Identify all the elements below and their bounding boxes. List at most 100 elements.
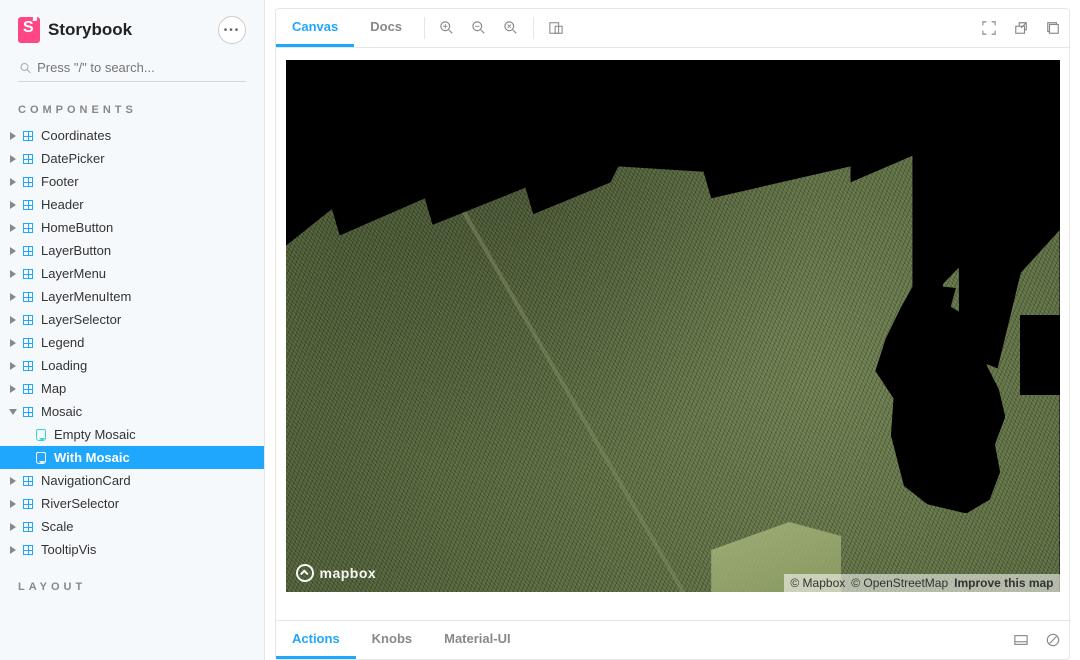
- fullscreen-button[interactable]: [973, 21, 1005, 35]
- sidebar-item-label: LayerMenuItem: [41, 289, 131, 304]
- component-icon: [23, 292, 33, 302]
- component-icon: [23, 476, 33, 486]
- component-icon: [23, 246, 33, 256]
- sidebar-item-label: Empty Mosaic: [54, 427, 136, 442]
- sidebar-item-loading[interactable]: Loading: [0, 354, 264, 377]
- sidebar-item-label: Mosaic: [41, 404, 82, 419]
- story-icon: [36, 452, 46, 464]
- attribution-osm[interactable]: © OpenStreetMap: [851, 576, 948, 590]
- sidebar-item-riverselector[interactable]: RiverSelector: [0, 492, 264, 515]
- mapbox-logo-text: mapbox: [320, 565, 377, 581]
- sidebar-item-label: NavigationCard: [41, 473, 131, 488]
- sidebar-menu-button[interactable]: •••: [218, 16, 246, 44]
- sidebar-item-label: Map: [41, 381, 66, 396]
- mapbox-logo[interactable]: mapbox: [296, 564, 377, 582]
- chevron-right-icon: [8, 292, 17, 301]
- sidebar-item-layermenu[interactable]: LayerMenu: [0, 262, 264, 285]
- sidebar-item-coordinates[interactable]: Coordinates: [0, 124, 264, 147]
- addons-orientation-button[interactable]: [1005, 633, 1037, 647]
- chevron-right-icon: [8, 223, 17, 232]
- section-header-layout: LAYOUT: [0, 573, 264, 601]
- improve-map-link[interactable]: Improve this map: [954, 576, 1053, 590]
- sidebar-item-legend[interactable]: Legend: [0, 331, 264, 354]
- main-panel: Canvas Docs: [265, 0, 1080, 660]
- addons-panel-tabs: Actions Knobs Material-UI: [275, 620, 1070, 660]
- chevron-right-icon: [8, 361, 17, 370]
- attribution-mapbox[interactable]: © Mapbox: [790, 576, 845, 590]
- sidebar-item-footer[interactable]: Footer: [0, 170, 264, 193]
- sidebar-item-label: Legend: [41, 335, 84, 350]
- sidebar-item-label: Scale: [41, 519, 74, 534]
- sidebar-item-label: Coordinates: [41, 128, 111, 143]
- sidebar-item-label: Footer: [41, 174, 79, 189]
- addon-tab-material-ui[interactable]: Material-UI: [428, 621, 526, 659]
- tab-docs[interactable]: Docs: [354, 9, 418, 47]
- addon-tab-knobs[interactable]: Knobs: [356, 621, 428, 659]
- mosaic-map[interactable]: mapbox © Mapbox © OpenStreetMap Improve …: [286, 60, 1060, 592]
- sidebar-story-empty-mosaic[interactable]: Empty Mosaic: [0, 423, 264, 446]
- component-icon: [23, 269, 33, 279]
- sidebar-item-mosaic[interactable]: Mosaic: [0, 400, 264, 423]
- tab-canvas[interactable]: Canvas: [276, 9, 354, 47]
- component-icon: [23, 522, 33, 532]
- addon-tab-actions[interactable]: Actions: [276, 621, 356, 659]
- sidebar-item-label: HomeButton: [41, 220, 113, 235]
- zoom-out-button[interactable]: [463, 21, 495, 35]
- sidebar-story-with-mosaic[interactable]: With Mosaic: [0, 446, 264, 469]
- sidebar-item-datepicker[interactable]: DatePicker: [0, 147, 264, 170]
- chevron-right-icon: [8, 269, 17, 278]
- sidebar-header: Storybook •••: [0, 0, 264, 56]
- chevron-right-icon: [8, 131, 17, 140]
- sidebar: Storybook ••• COMPONENTS CoordinatesDate…: [0, 0, 265, 660]
- component-icon: [23, 223, 33, 233]
- viewport-button[interactable]: [540, 21, 572, 35]
- component-icon: [23, 177, 33, 187]
- component-icon: [23, 545, 33, 555]
- sidebar-item-map[interactable]: Map: [0, 377, 264, 400]
- chevron-right-icon: [8, 177, 17, 186]
- sidebar-item-layerbutton[interactable]: LayerButton: [0, 239, 264, 262]
- sidebar-item-header[interactable]: Header: [0, 193, 264, 216]
- sidebar-item-label: RiverSelector: [41, 496, 119, 511]
- sidebar-item-label: DatePicker: [41, 151, 105, 166]
- sidebar-item-label: LayerButton: [41, 243, 111, 258]
- sidebar-item-homebutton[interactable]: HomeButton: [0, 216, 264, 239]
- preview-toolbar: Canvas Docs: [275, 8, 1070, 48]
- component-icon: [23, 338, 33, 348]
- sidebar-item-label: Header: [41, 197, 84, 212]
- zoom-in-button[interactable]: [431, 21, 463, 35]
- sidebar-item-scale[interactable]: Scale: [0, 515, 264, 538]
- sidebar-item-label: Loading: [41, 358, 87, 373]
- sidebar-item-layermenuitem[interactable]: LayerMenuItem: [0, 285, 264, 308]
- component-icon: [23, 407, 33, 417]
- sidebar-item-tooltipvis[interactable]: TooltipVis: [0, 538, 264, 561]
- component-icon: [23, 315, 33, 325]
- preview-canvas: mapbox © Mapbox © OpenStreetMap Improve …: [275, 48, 1070, 620]
- component-icon: [23, 499, 33, 509]
- mapbox-logo-icon: [296, 564, 314, 582]
- component-tree[interactable]: Coordinates DatePicker Footer Header HomeBut…: [0, 124, 264, 660]
- preview-mode-tabs: Canvas Docs: [276, 9, 418, 47]
- chevron-right-icon: [8, 315, 17, 324]
- component-icon: [23, 361, 33, 371]
- story-icon: [36, 429, 46, 441]
- component-icon: [23, 154, 33, 164]
- chevron-right-icon: [8, 246, 17, 255]
- search-input[interactable]: [37, 60, 244, 75]
- sidebar-item-label: TooltipVis: [41, 542, 96, 557]
- search-icon: [20, 62, 31, 74]
- chevron-right-icon: [8, 200, 17, 209]
- sidebar-item-label: With Mosaic: [54, 450, 130, 465]
- map-attribution: © Mapbox © OpenStreetMap Improve this ma…: [784, 574, 1059, 592]
- brand-logo[interactable]: Storybook: [18, 17, 132, 43]
- sidebar-item-navigationcard[interactable]: NavigationCard: [0, 469, 264, 492]
- copy-link-button[interactable]: [1037, 21, 1069, 35]
- chevron-right-icon: [8, 476, 17, 485]
- component-icon: [23, 200, 33, 210]
- open-new-tab-button[interactable]: [1005, 21, 1037, 35]
- chevron-right-icon: [8, 338, 17, 347]
- zoom-reset-button[interactable]: [495, 21, 527, 35]
- search-field[interactable]: [18, 56, 246, 82]
- addons-hide-button[interactable]: [1037, 633, 1069, 647]
- sidebar-item-layerselector[interactable]: LayerSelector: [0, 308, 264, 331]
